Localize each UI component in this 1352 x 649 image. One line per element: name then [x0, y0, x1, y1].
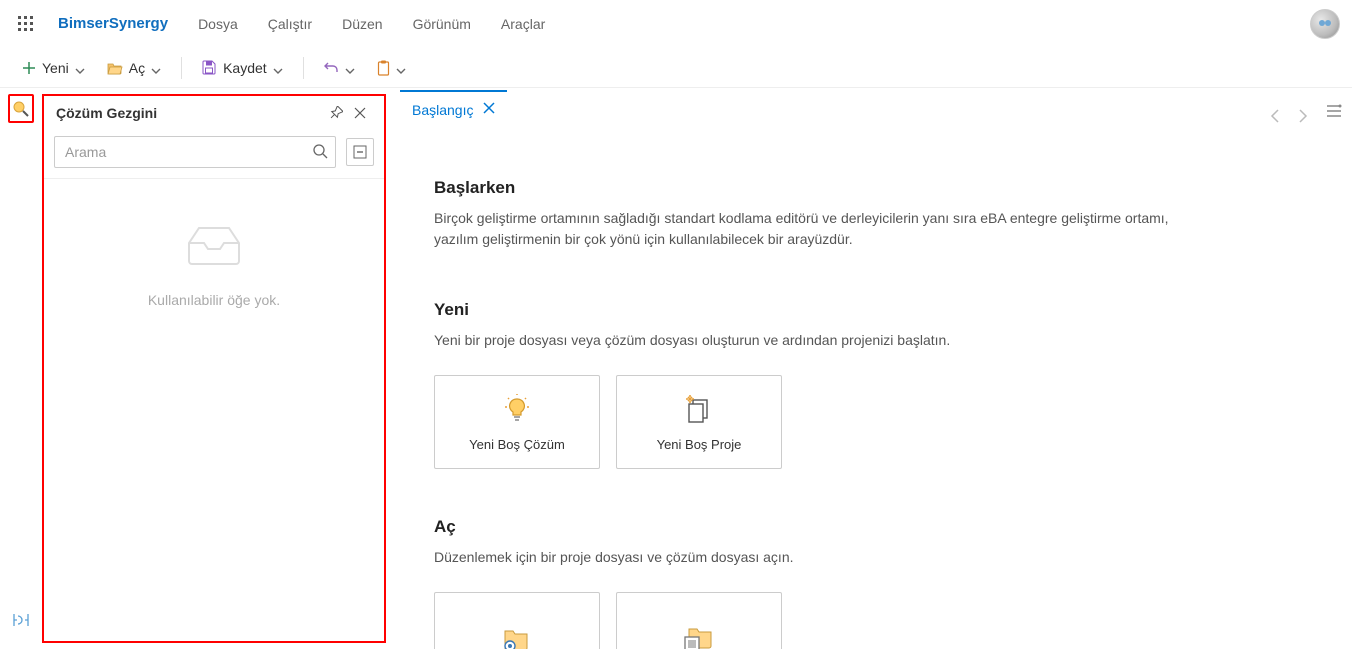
prev-tab-button[interactable] — [1270, 109, 1280, 128]
open-label: Aç — [129, 60, 145, 76]
menubar: BimserSynergy Dosya Çalıştır Düzen Görün… — [0, 0, 1352, 48]
right-rail-list-button[interactable] — [1321, 98, 1347, 124]
text-open: Düzenlemek için bir proje dosyası ve çöz… — [434, 547, 1214, 568]
panel-title: Çözüm Gezgini — [56, 105, 324, 121]
empty-tray-icon — [184, 223, 244, 272]
card-new-project-label: Yeni Boş Proje — [657, 437, 742, 452]
menu-run[interactable]: Çalıştır — [268, 16, 312, 32]
bracket-icon — [12, 612, 30, 628]
user-avatar[interactable] — [1310, 9, 1340, 39]
heading-open: Aç — [434, 517, 1276, 537]
card-open-project[interactable] — [616, 592, 782, 649]
heading-get-started: Başlarken — [434, 178, 1276, 198]
menu-view[interactable]: Görünüm — [413, 16, 471, 32]
text-get-started: Birçok geliştirme ortamının sağladığı st… — [434, 208, 1214, 250]
open-project-icon — [683, 624, 715, 649]
chevron-right-icon — [1298, 109, 1308, 123]
clipboard-icon — [377, 60, 390, 76]
empty-text: Kullanılabilir öğe yok. — [148, 292, 280, 308]
pin-button[interactable] — [324, 101, 348, 125]
lightbulb-search-icon — [13, 101, 29, 117]
heading-new: Yeni — [434, 300, 1276, 320]
save-button[interactable]: Kaydet — [194, 53, 291, 83]
menu-tools[interactable]: Araçlar — [501, 16, 545, 32]
close-icon — [354, 107, 366, 119]
main: Çözüm Gezgini Kullanılabilir ö — [0, 88, 1352, 649]
new-button[interactable]: Yeni — [14, 53, 93, 83]
search-input[interactable] — [54, 136, 336, 168]
collapse-icon — [353, 145, 367, 159]
close-panel-button[interactable] — [348, 101, 372, 125]
plus-icon — [22, 61, 36, 75]
separator — [303, 57, 304, 79]
card-new-solution-label: Yeni Boş Çözüm — [469, 437, 565, 452]
solution-explorer-rail-button[interactable] — [8, 94, 34, 123]
chevron-down-icon — [75, 63, 85, 73]
tab-start-label: Başlangıç — [412, 102, 473, 118]
tab-nav — [1270, 109, 1308, 128]
collapse-all-button[interactable] — [346, 138, 374, 166]
menu-edit[interactable]: Düzen — [342, 16, 382, 32]
open-card-row — [434, 592, 1276, 649]
pin-icon — [329, 106, 343, 120]
new-card-row: Yeni Boş Çözüm Yeni Boş Proje — [434, 375, 1276, 469]
chevron-down-icon — [396, 63, 406, 73]
brand-label: BimserSynergy — [58, 15, 168, 32]
list-icon — [1326, 104, 1342, 118]
app-launcher-button[interactable] — [12, 10, 40, 38]
card-new-solution[interactable]: Yeni Boş Çözüm — [434, 375, 600, 469]
menu-items: Dosya Çalıştır Düzen Görünüm Araçlar — [198, 16, 545, 32]
open-solution-icon — [501, 624, 533, 649]
panel-search-row — [44, 130, 384, 179]
next-tab-button[interactable] — [1298, 109, 1308, 128]
new-label: Yeni — [42, 60, 69, 76]
content-area: Başlangıç Başlarken Birçok geliştirme or… — [386, 88, 1316, 649]
close-icon — [483, 102, 495, 114]
chevron-down-icon — [345, 63, 355, 73]
card-new-project[interactable]: Yeni Boş Proje — [616, 375, 782, 469]
chevron-down-icon — [273, 63, 283, 73]
menu-file[interactable]: Dosya — [198, 16, 238, 32]
separator — [181, 57, 182, 79]
tabbar: Başlangıç — [386, 88, 1316, 128]
search-wrap — [54, 136, 336, 168]
toolbar: Yeni Aç Kaydet — [0, 48, 1352, 88]
new-solution-icon — [502, 393, 532, 423]
solution-explorer-panel: Çözüm Gezgini Kullanılabilir ö — [42, 94, 386, 643]
panel-body: Kullanılabilir öğe yok. — [44, 179, 384, 641]
right-rail — [1316, 88, 1352, 649]
chevron-down-icon — [151, 63, 161, 73]
folder-open-icon — [107, 61, 123, 75]
panel-header: Çözüm Gezgini — [44, 96, 384, 130]
open-button[interactable]: Aç — [99, 53, 169, 83]
undo-icon — [324, 61, 339, 75]
card-open-solution[interactable] — [434, 592, 600, 649]
start-content: Başlarken Birçok geliştirme ortamının sa… — [386, 128, 1316, 649]
search-icon — [312, 143, 328, 164]
left-rail — [0, 88, 42, 649]
new-project-icon — [684, 393, 714, 423]
chevron-left-icon — [1270, 109, 1280, 123]
save-icon — [202, 60, 217, 75]
tab-close-button[interactable] — [483, 102, 495, 118]
clipboard-button[interactable] — [369, 53, 414, 83]
tab-start[interactable]: Başlangıç — [400, 90, 507, 128]
bottom-rail-button[interactable] — [8, 607, 34, 633]
undo-button[interactable] — [316, 53, 363, 83]
text-new: Yeni bir proje dosyası veya çözüm dosyas… — [434, 330, 1214, 351]
grid-icon — [18, 16, 34, 32]
save-label: Kaydet — [223, 60, 267, 76]
